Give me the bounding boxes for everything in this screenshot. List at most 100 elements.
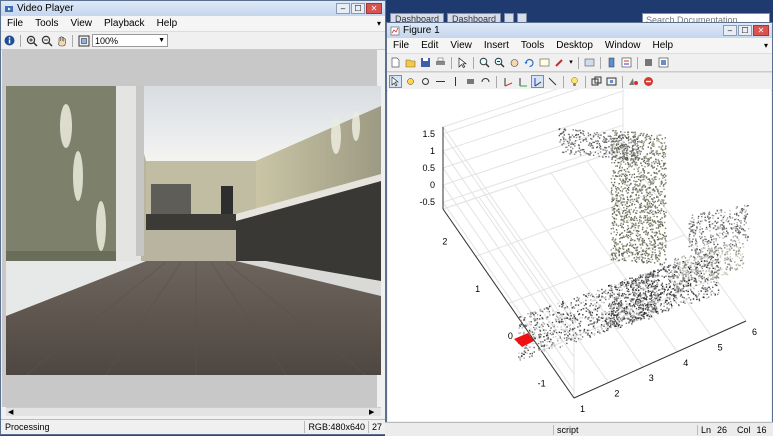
point — [605, 156, 607, 158]
menu-file[interactable]: File — [1, 18, 29, 29]
point — [671, 294, 673, 296]
toggle-scene-light-icon[interactable] — [568, 75, 581, 88]
hide-plot-tools-icon[interactable] — [642, 56, 655, 69]
point — [611, 301, 614, 303]
open-file-icon[interactable] — [404, 56, 417, 69]
point — [606, 141, 608, 143]
point — [555, 336, 557, 338]
move-camera-horizontal-icon[interactable] — [434, 75, 447, 88]
principal-axis-y-icon[interactable] — [516, 75, 529, 88]
menu-tools[interactable]: Tools — [29, 18, 64, 29]
point — [523, 353, 525, 356]
point — [547, 324, 549, 326]
menu-insert[interactable]: Insert — [478, 40, 515, 51]
pan-hand-icon[interactable] — [55, 34, 68, 47]
zoom-camera-icon[interactable] — [464, 75, 477, 88]
menu-help[interactable]: Help — [151, 18, 184, 29]
zoom-in-icon[interactable] — [478, 56, 491, 69]
principal-axis-x-icon[interactable] — [501, 75, 514, 88]
point — [647, 208, 649, 210]
menu-edit[interactable]: Edit — [415, 40, 444, 51]
menu-view[interactable]: View — [64, 18, 98, 29]
menu-playback[interactable]: Playback — [98, 18, 151, 29]
roll-camera-icon[interactable] — [479, 75, 492, 88]
pan-hand-icon[interactable] — [508, 56, 521, 69]
point — [552, 324, 554, 326]
reset-camera-icon[interactable] — [627, 75, 640, 88]
minimize-button[interactable]: – — [723, 25, 737, 36]
close-button[interactable]: ✕ — [753, 25, 769, 36]
save-icon[interactable] — [419, 56, 432, 69]
point — [632, 314, 634, 316]
magnification-select[interactable]: 100% ▼ — [92, 34, 168, 47]
point — [542, 321, 544, 324]
legend-icon[interactable] — [620, 56, 633, 69]
point — [650, 261, 652, 263]
orthographic-projection-icon[interactable] — [590, 75, 603, 88]
fit-to-window-icon[interactable] — [77, 34, 90, 47]
point — [655, 233, 657, 235]
point — [589, 323, 591, 325]
camera-orbit-icon[interactable] — [389, 75, 402, 88]
menubar-arrow-icon[interactable]: ▾ — [377, 19, 381, 28]
stop-camera-icon[interactable] — [642, 75, 655, 88]
chevron-down-icon[interactable]: ▾ — [568, 56, 574, 69]
point — [627, 163, 630, 165]
colorbar-icon[interactable] — [605, 56, 618, 69]
new-figure-icon[interactable] — [389, 56, 402, 69]
point — [630, 216, 632, 219]
link-plot-icon[interactable] — [583, 56, 596, 69]
menu-window[interactable]: Window — [599, 40, 647, 51]
point — [637, 141, 639, 143]
point — [635, 200, 638, 202]
menu-help[interactable]: Help — [647, 40, 680, 51]
scroll-right-icon[interactable]: ▶ — [369, 408, 374, 416]
data-cursor-icon[interactable] — [538, 56, 551, 69]
point — [677, 258, 679, 260]
zoom-in-icon[interactable] — [25, 34, 38, 47]
move-camera-forward-icon[interactable] — [449, 75, 462, 88]
point — [704, 216, 706, 219]
point — [575, 151, 577, 154]
rotate-3d-icon[interactable] — [523, 56, 536, 69]
menubar-arrow-icon[interactable]: ▾ — [764, 41, 768, 50]
point — [543, 348, 545, 351]
point — [541, 316, 543, 319]
scroll-left-icon[interactable]: ◀ — [8, 408, 13, 416]
orbit-scene-light-icon[interactable] — [404, 75, 417, 88]
maximize-button[interactable]: ☐ — [351, 3, 365, 14]
point — [654, 205, 656, 207]
figure-titlebar[interactable]: Figure 1 – ☐ ✕ — [387, 23, 772, 38]
close-button[interactable]: ✕ — [366, 3, 382, 14]
maximize-button[interactable]: ☐ — [738, 25, 752, 36]
point — [724, 257, 726, 259]
show-plot-tools-icon[interactable] — [657, 56, 670, 69]
info-icon[interactable] — [3, 34, 16, 47]
figure-canvas[interactable]: 1.5 1 0.5 0 -0.5 1 2 3 4 5 6 2 1 0 -1 — [388, 66, 771, 421]
point — [663, 184, 665, 186]
edit-plot-arrow-icon[interactable] — [456, 56, 469, 69]
point — [723, 242, 725, 244]
zoom-out-icon[interactable] — [493, 56, 506, 69]
minimize-button[interactable]: – — [336, 3, 350, 14]
horizontal-scrollbar[interactable]: ◀ ▶ — [6, 407, 381, 416]
brush-icon[interactable] — [553, 56, 566, 69]
menu-file[interactable]: File — [387, 40, 415, 51]
pan-tilt-camera-icon[interactable] — [419, 75, 432, 88]
point — [618, 139, 620, 142]
point — [678, 274, 681, 276]
perspective-projection-icon[interactable] — [605, 75, 618, 88]
point — [641, 188, 643, 190]
zoom-out-icon[interactable] — [40, 34, 53, 47]
menu-tools[interactable]: Tools — [515, 40, 550, 51]
menu-view[interactable]: View — [444, 40, 478, 51]
principal-axis-none-icon[interactable] — [546, 75, 559, 88]
point-cloud-plot[interactable]: 1.510.50-0.5123456210-1 — [388, 66, 771, 421]
print-icon[interactable] — [434, 56, 447, 69]
video-player-titlebar[interactable]: Video Player – ☐ ✕ — [1, 1, 385, 16]
point — [621, 303, 624, 305]
point — [638, 277, 641, 279]
menu-desktop[interactable]: Desktop — [550, 40, 599, 51]
point — [630, 239, 632, 242]
principal-axis-z-icon[interactable] — [531, 75, 544, 88]
